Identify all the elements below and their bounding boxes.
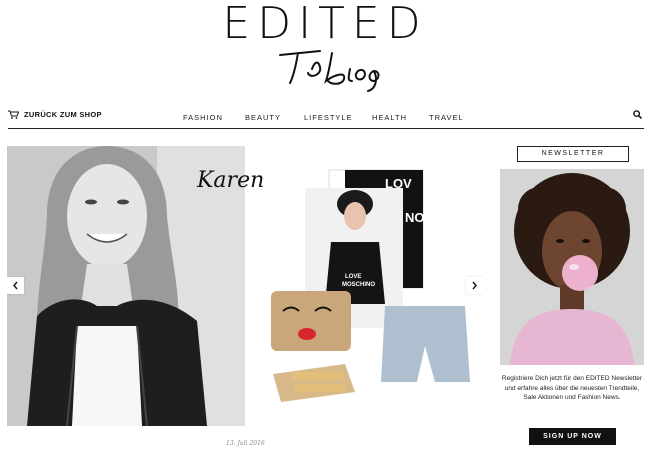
nav-item-lifestyle[interactable]: LIFESTYLE [304,113,353,122]
featured-slider[interactable]: Karen LOV NO LOVE MOSCHINO [7,146,483,426]
newsletter-image [500,169,644,365]
nav-item-health[interactable]: HEALTH [372,113,407,122]
back-to-shop-link[interactable]: ZURÜCK ZUM SHOP [8,110,102,119]
nav-item-beauty[interactable]: BEAUTY [245,113,281,122]
post-date: 13. Juli 2016 [226,440,265,447]
cart-icon [8,110,19,119]
newsletter-title: NEWSLETTER [517,146,629,162]
svg-text:NO: NO [405,210,425,225]
back-to-shop-label: ZURÜCK ZUM SHOP [24,110,102,119]
blog-script-logo[interactable] [250,45,410,95]
product-collage: LOV NO LOVE MOSCHINO [271,169,470,402]
slider-prev-button[interactable] [7,277,24,294]
signup-button[interactable]: SIGN UP NOW [529,428,616,445]
svg-text:MOSCHINO: MOSCHINO [342,282,375,288]
chevron-left-icon [13,281,18,290]
slider-next-button[interactable] [466,277,483,294]
main-nav: ZURÜCK ZUM SHOP FASHION BEAUTY LIFESTYLE… [8,106,644,129]
site-logo[interactable]: EDITED [0,2,650,46]
chevron-right-icon [472,281,477,290]
newsletter-description: Registriere Dich jetzt für den EDITED Ne… [501,375,643,401]
shirt-text: LOVE [345,274,361,280]
nav-item-travel[interactable]: TRAVEL [429,113,464,122]
search-icon[interactable] [633,110,642,119]
nav-item-fashion[interactable]: FASHION [183,113,223,122]
